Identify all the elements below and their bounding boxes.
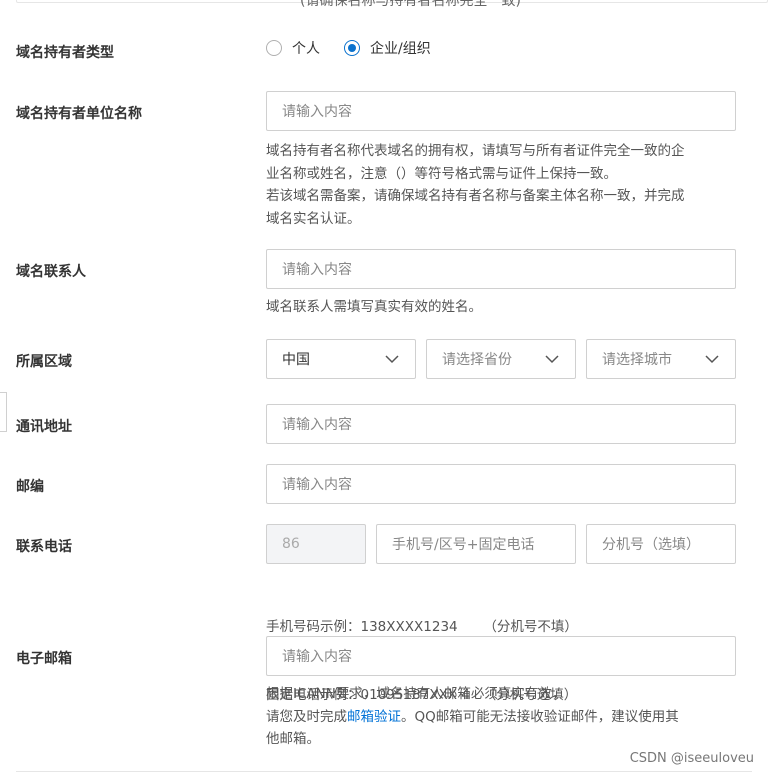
radio-enterprise[interactable] [344, 40, 360, 56]
top-note: (请确保名称与持有者名称完全一致) [300, 0, 521, 9]
city-value: 请选择城市 [602, 352, 672, 368]
email-help-line: 根据ICANN要求，域名持有人邮箱必须真实有效， [266, 686, 566, 702]
chevron-down-icon [545, 355, 559, 364]
contact-label: 域名联系人 [16, 264, 86, 280]
org-name-help: 域名持有者名称代表域名的拥有权，请填写与所有者证件完全一致的企 业名称或姓名，注… [266, 140, 766, 230]
contact-input[interactable]: 请输入内容 [266, 249, 736, 289]
email-help: 根据ICANN要求，域名持有人邮箱必须真实有效， 请您及时完成邮箱验证。QQ邮箱… [266, 683, 746, 751]
org-name-help-line: 业名称或姓名，注意（）等符号格式需与证件上保持一致。 [266, 165, 617, 182]
chevron-down-icon [385, 355, 399, 364]
org-name-help-line: 若该域名需备案，请确保域名持有者名称与备案主体名称一致，并完成 [266, 188, 685, 204]
holder-type-label: 域名持有者类型 [16, 45, 114, 61]
email-help-text: 请您及时完成 [266, 708, 347, 725]
email-help-line: 他邮箱。 [266, 731, 320, 747]
city-select[interactable]: 请选择城市 [586, 339, 736, 379]
org-name-label: 域名持有者单位名称 [16, 106, 142, 122]
country-value: 中国 [282, 352, 310, 368]
radio-personal-label[interactable]: 个人 [292, 38, 320, 58]
radio-personal[interactable] [266, 40, 282, 56]
country-select[interactable]: 中国 [266, 339, 416, 379]
radio-enterprise-label[interactable]: 企业/组织 [370, 38, 431, 58]
org-name-input[interactable]: 请输入内容 [266, 91, 736, 131]
org-name-help-line: 域名实名认证。 [266, 210, 361, 227]
province-value: 请选择省份 [442, 352, 512, 368]
phone-ext-input[interactable]: 分机号（选填） [586, 524, 736, 564]
chevron-down-icon [705, 355, 719, 364]
postcode-input[interactable]: 请输入内容 [266, 464, 736, 504]
contact-help: 域名联系人需填写真实有效的姓名。 [266, 299, 482, 315]
address-label: 通讯地址 [16, 419, 72, 435]
side-tab[interactable] [0, 392, 7, 432]
region-label: 所属区域 [16, 354, 72, 370]
country-code-input: 86 [266, 524, 366, 564]
email-label: 电子邮箱 [16, 651, 72, 667]
province-select[interactable]: 请选择省份 [426, 339, 576, 379]
email-verify-link[interactable]: 邮箱验证 [347, 709, 401, 725]
holder-type-radio-group: 个人 企业/组织 [266, 38, 431, 58]
email-help-line: 请您及时完成邮箱验证。QQ邮箱可能无法接收验证邮件，建议使用其 [266, 706, 746, 729]
address-input[interactable]: 请输入内容 [266, 404, 736, 444]
org-name-help-line: 域名持有者名称代表域名的拥有权，请填写与所有者证件完全一致的企 [266, 143, 685, 159]
email-help-text: 。QQ邮箱可能无法接收验证邮件，建议使用其 [401, 708, 679, 725]
divider [16, 771, 752, 772]
postcode-label: 邮编 [16, 479, 44, 495]
phone-label: 联系电话 [16, 539, 72, 555]
watermark: CSDN @iseeuloveu [629, 751, 754, 766]
phone-number-input[interactable]: 手机号/区号+固定电话 [376, 524, 576, 564]
email-input[interactable]: 请输入内容 [266, 636, 736, 676]
